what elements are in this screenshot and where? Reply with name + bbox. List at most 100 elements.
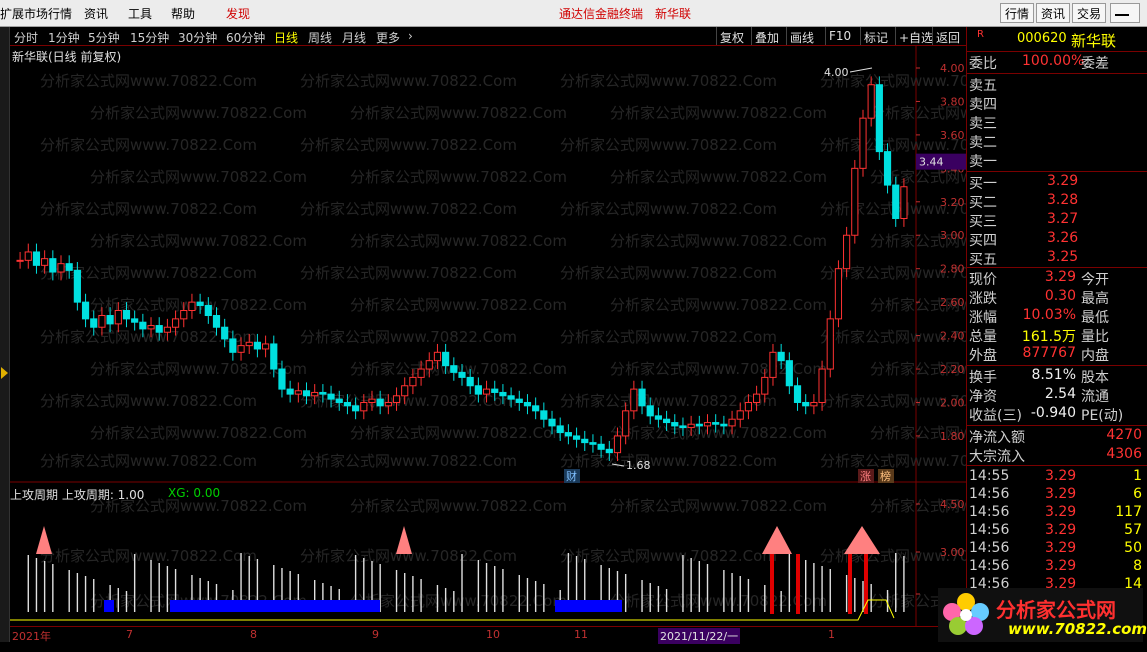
- mark-button[interactable]: 标记: [860, 27, 891, 45]
- low-marker-label: 1.68: [626, 459, 651, 472]
- buy-price: 3.27: [1047, 211, 1079, 227]
- candle-body: [654, 415, 662, 420]
- add-watchlist-button[interactable]: +自选: [895, 27, 936, 45]
- watermark-text: 分析家公式网www.70822.Com: [350, 104, 567, 122]
- candle-body: [638, 388, 646, 407]
- watermark-text: 分析家公式网www.70822.Com: [90, 424, 307, 442]
- kline-chart[interactable]: 分析家公式网www.70822.Com 分析家公式网www.70822.Com 分析…: [10, 46, 966, 642]
- period-5min[interactable]: 5分钟: [88, 29, 120, 46]
- price-cursor-label: 3.44: [919, 156, 944, 169]
- sell-label: 卖二: [969, 135, 997, 151]
- watermark-text: 分析家公式网www.70822.Com: [560, 392, 777, 410]
- tick-row: 14:56 3.29 117: [967, 504, 1147, 523]
- candle-body: [843, 234, 851, 270]
- candle-body: [761, 376, 769, 395]
- tick-vol: 57: [1124, 522, 1142, 538]
- chevron-right-icon[interactable]: ›: [408, 29, 413, 43]
- sell-row: 卖三: [967, 113, 1147, 132]
- stat-value: 10.03%: [1022, 307, 1076, 323]
- watermark-text: 分析家公式网www.70822.Com: [40, 452, 257, 470]
- left-collapse-strip[interactable]: [0, 27, 10, 642]
- kline-canvas[interactable]: 分析家公式网www.70822.Com 分析家公式网www.70822.Com 分析…: [10, 46, 966, 626]
- menu-help[interactable]: 帮助: [171, 5, 195, 22]
- tick-row: 14:56 3.29 50: [967, 540, 1147, 559]
- watermark-text: 分析家公式网www.70822.Com: [90, 168, 307, 186]
- period-15min[interactable]: 15分钟: [130, 29, 169, 46]
- expand-arrow-icon[interactable]: [1, 367, 8, 379]
- menu-extended-market[interactable]: 扩展市场行情: [0, 5, 72, 22]
- trade-button[interactable]: 交易: [1072, 3, 1107, 23]
- peak-marker: [762, 526, 792, 554]
- stat-value: 877767: [1022, 345, 1076, 361]
- candle-body: [712, 422, 720, 425]
- menu-discover[interactable]: 发现: [226, 5, 250, 22]
- candle-body: [335, 398, 343, 403]
- news-button[interactable]: 资讯: [1036, 3, 1071, 23]
- candle-body: [491, 388, 499, 393]
- weibi-label: 委比: [969, 56, 997, 72]
- tick-row: 14:55 3.29 1: [967, 468, 1147, 487]
- adjust-button[interactable]: 复权: [716, 27, 747, 45]
- candle-body: [883, 151, 892, 186]
- candle-body: [892, 184, 900, 220]
- candle-body: [262, 343, 270, 350]
- tick-vol: 1: [1133, 468, 1142, 484]
- chart-title: 新华联(日线 前复权): [12, 50, 122, 64]
- candle-body: [360, 401, 368, 412]
- period-30min[interactable]: 30分钟: [178, 29, 217, 46]
- stat2-row: 净资 2.54 流通: [967, 386, 1147, 405]
- watermark-text: 分析家公式网www.70822.Com: [560, 200, 777, 218]
- candle-body: [851, 167, 859, 236]
- watermark-text: 分析家公式网www.70822.Com: [300, 200, 517, 218]
- candle-body: [605, 448, 613, 454]
- flower-logo-icon: [943, 593, 989, 635]
- period-daily[interactable]: 日线: [274, 29, 298, 46]
- candle-body: [703, 422, 712, 427]
- candle-body: [41, 258, 49, 266]
- weibi-value: 100.00%: [1022, 53, 1085, 69]
- period-weekly[interactable]: 周线: [308, 29, 332, 46]
- price-axis-label: 3.80: [940, 95, 965, 108]
- price-axis-label: 2.40: [940, 330, 965, 343]
- sell-label: 卖五: [969, 78, 997, 94]
- candle-body: [147, 325, 155, 330]
- candle-body: [286, 388, 294, 395]
- overlay-button[interactable]: 叠加: [751, 27, 782, 45]
- candle-body: [744, 401, 753, 412]
- peak-marker: [396, 526, 412, 554]
- period-60min[interactable]: 60分钟: [226, 29, 265, 46]
- menu-tools[interactable]: 工具: [128, 5, 152, 22]
- candle-body: [646, 405, 654, 417]
- watermark-text: 分析家公式网www.70822.Com: [350, 497, 567, 515]
- f10-button[interactable]: F10: [825, 27, 854, 45]
- stat-value: 3.29: [1044, 269, 1076, 285]
- candle-body: [515, 398, 523, 403]
- candle-body: [98, 315, 106, 328]
- candle-body: [401, 385, 409, 397]
- watermark-text: 分析家公式网www.70822.Com: [560, 72, 777, 90]
- stat-label2: 量比: [1081, 329, 1109, 345]
- signal-band: [170, 600, 380, 612]
- window-control-button[interactable]: [1110, 3, 1140, 23]
- tick-row: 14:56 3.29 8: [967, 558, 1147, 577]
- watermark-text: 分析家公式网www.70822.Com: [560, 547, 777, 565]
- draw-button[interactable]: 画线: [786, 27, 817, 45]
- watermark-text: 分析家公式网www.70822.Com: [40, 72, 257, 90]
- peak-marker: [844, 526, 880, 554]
- quotes-button[interactable]: 行情: [1000, 3, 1035, 23]
- stock-name: 新华联: [1071, 32, 1117, 50]
- price-axis-label: 2.00: [940, 396, 965, 409]
- candle-body: [826, 318, 834, 370]
- period-1min[interactable]: 1分钟: [48, 29, 80, 46]
- stat-label: 外盘: [969, 348, 997, 364]
- stat2-value: 8.51%: [1031, 367, 1076, 383]
- back-button[interactable]: 返回: [932, 27, 963, 45]
- price-axis-label: 3.60: [940, 129, 965, 142]
- period-intraday[interactable]: 分时: [14, 29, 38, 46]
- watermark-text: 分析家公式网www.70822.Com: [350, 168, 567, 186]
- tick-row: 14:56 3.29 57: [967, 522, 1147, 541]
- period-more[interactable]: 更多: [376, 29, 400, 46]
- period-monthly[interactable]: 月线: [342, 29, 366, 46]
- menu-news[interactable]: 资讯: [84, 5, 108, 22]
- logo-title: 分析家公式网: [996, 598, 1116, 622]
